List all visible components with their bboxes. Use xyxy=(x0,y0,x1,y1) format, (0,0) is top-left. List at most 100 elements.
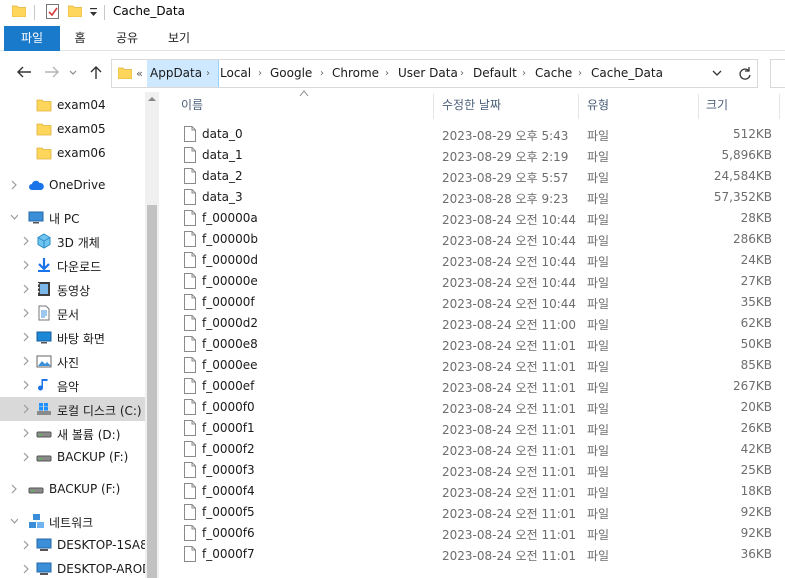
sidebar-item-pictures[interactable]: 사진 xyxy=(0,349,145,373)
breadcrumb-cache-data[interactable]: Cache_Data xyxy=(591,60,663,87)
file-row[interactable]: f_0000f3 2023-08-24 오전 11:01 파일 25KB xyxy=(159,460,785,481)
sidebar-item-this-pc[interactable]: 내 PC xyxy=(0,205,145,229)
sidebar-item-local-disk-c[interactable]: 로컬 디스크 (C:) xyxy=(0,397,145,421)
breadcrumb-separator-icon[interactable]: › xyxy=(320,60,324,87)
sidebar-item-exam06[interactable]: exam06 xyxy=(0,141,145,165)
file-name[interactable]: data_3 xyxy=(202,190,243,204)
file-row[interactable]: data_2 2023-08-29 오후 5:57 파일 24,584KB xyxy=(159,166,785,187)
column-header-name[interactable]: 이름 xyxy=(181,92,203,119)
expand-chevron-icon[interactable] xyxy=(10,484,18,494)
file-name[interactable]: f_0000f4 xyxy=(202,484,255,498)
scrollbar-thumb[interactable] xyxy=(147,205,157,578)
file-row[interactable]: data_0 2023-08-29 오후 5:43 파일 512KB xyxy=(159,124,785,145)
file-row[interactable]: f_0000e8 2023-08-24 오전 11:01 파일 50KB xyxy=(159,334,785,355)
file-row[interactable]: f_00000a 2023-08-24 오전 10:44 파일 28KB xyxy=(159,208,785,229)
sidebar-item-documents[interactable]: 문서 xyxy=(0,301,145,325)
properties-check-icon[interactable] xyxy=(46,4,59,19)
file-row[interactable]: f_0000f1 2023-08-24 오전 11:01 파일 26KB xyxy=(159,418,785,439)
file-name[interactable]: f_0000f1 xyxy=(202,421,255,435)
file-row[interactable]: f_00000b 2023-08-24 오전 10:44 파일 286KB xyxy=(159,229,785,250)
column-divider[interactable] xyxy=(779,94,780,119)
sidebar-item-desktop-arod[interactable]: DESKTOP-AROD xyxy=(0,557,145,578)
sidebar-item-backup-f-root[interactable]: BACKUP (F:) xyxy=(0,477,145,501)
sidebar-item-backup-f[interactable]: BACKUP (F:) xyxy=(0,445,145,469)
breadcrumb-google[interactable]: Google xyxy=(270,60,312,87)
expand-chevron-icon[interactable] xyxy=(22,452,30,462)
file-row[interactable]: f_00000f 2023-08-24 오전 10:44 파일 35KB xyxy=(159,292,785,313)
file-name[interactable]: f_0000f3 xyxy=(202,463,255,477)
file-name[interactable]: f_0000ee xyxy=(202,358,258,372)
file-name[interactable]: f_0000d2 xyxy=(202,316,258,330)
breadcrumb-separator-icon[interactable]: › xyxy=(385,60,389,87)
breadcrumb-separator-icon[interactable]: › xyxy=(460,60,464,87)
scroll-up-icon[interactable] xyxy=(148,96,156,102)
file-name[interactable]: f_0000f6 xyxy=(202,526,255,540)
file-name[interactable]: f_0000e8 xyxy=(202,337,258,351)
file-row[interactable]: f_0000f2 2023-08-24 오전 11:01 파일 42KB xyxy=(159,439,785,460)
file-row[interactable]: f_0000f4 2023-08-24 오전 11:01 파일 18KB xyxy=(159,481,785,502)
breadcrumb-local[interactable]: Local xyxy=(220,60,251,87)
file-row[interactable]: f_00000d 2023-08-24 오전 10:44 파일 24KB xyxy=(159,250,785,271)
breadcrumb-separator-icon[interactable]: › xyxy=(578,60,582,87)
file-row[interactable]: data_1 2023-08-29 오후 2:19 파일 5,896KB xyxy=(159,145,785,166)
file-name[interactable]: f_00000d xyxy=(202,253,258,267)
file-row[interactable]: f_0000ee 2023-08-24 오전 11:01 파일 85KB xyxy=(159,355,785,376)
recent-locations-chevron-icon[interactable] xyxy=(68,64,78,80)
file-name[interactable]: data_1 xyxy=(202,148,243,162)
file-row[interactable]: f_0000d2 2023-08-24 오전 11:00 파일 62KB xyxy=(159,313,785,334)
forward-arrow-icon[interactable] xyxy=(43,64,61,80)
expand-chevron-icon[interactable] xyxy=(22,356,30,366)
address-bar[interactable]: « AppData › Local › Google › Chrome › Us… xyxy=(111,59,756,88)
sidebar-item-desktop-1sa8[interactable]: DESKTOP-1SA8 xyxy=(0,533,145,557)
breadcrumb-cache[interactable]: Cache xyxy=(535,60,572,87)
overflow-chevron[interactable]: « xyxy=(132,60,147,87)
expand-chevron-icon[interactable] xyxy=(22,540,30,550)
file-row[interactable]: f_00000e 2023-08-24 오전 10:44 파일 27KB xyxy=(159,271,785,292)
tab-home[interactable]: 홈 xyxy=(64,26,96,51)
sidebar-item-downloads[interactable]: 다운로드 xyxy=(0,253,145,277)
breadcrumb-separator-icon[interactable]: › xyxy=(206,60,210,87)
expand-chevron-icon[interactable] xyxy=(22,428,30,438)
breadcrumb-user-data[interactable]: User Data xyxy=(398,60,458,87)
back-arrow-icon[interactable] xyxy=(15,64,33,80)
file-name[interactable]: data_2 xyxy=(202,169,243,183)
column-divider[interactable] xyxy=(578,94,579,119)
tab-view[interactable]: 보기 xyxy=(162,26,196,51)
file-name[interactable]: f_0000ef xyxy=(202,379,254,393)
file-row[interactable]: f_0000f0 2023-08-24 오전 11:01 파일 20KB xyxy=(159,397,785,418)
expand-open-chevron-icon[interactable] xyxy=(10,212,18,222)
file-name[interactable]: f_0000f0 xyxy=(202,400,255,414)
sidebar-item-exam05[interactable]: exam05 xyxy=(0,117,145,141)
column-header-date[interactable]: 수정한 날짜 xyxy=(442,92,501,119)
expand-chevron-icon[interactable] xyxy=(22,260,30,270)
breadcrumb-separator-icon[interactable]: › xyxy=(258,60,262,87)
file-name[interactable]: f_00000f xyxy=(202,295,255,309)
up-arrow-icon[interactable] xyxy=(87,64,105,80)
expand-chevron-icon[interactable] xyxy=(22,332,30,342)
sidebar-item-music[interactable]: 음악 xyxy=(0,373,145,397)
file-row[interactable]: f_0000f6 2023-08-24 오전 11:01 파일 92KB xyxy=(159,523,785,544)
breadcrumb-chrome[interactable]: Chrome xyxy=(332,60,379,87)
sidebar-item-videos[interactable]: 동영상 xyxy=(0,277,145,301)
file-row[interactable]: data_3 2023-08-28 오후 9:23 파일 57,352KB xyxy=(159,187,785,208)
tab-share[interactable]: 공유 xyxy=(110,26,144,51)
breadcrumb-default[interactable]: Default xyxy=(473,60,517,87)
column-header-type[interactable]: 유형 xyxy=(587,92,609,119)
refresh-button[interactable] xyxy=(733,59,758,88)
quick-access-dropdown-icon[interactable] xyxy=(89,6,98,18)
expand-chevron-icon[interactable] xyxy=(22,380,30,390)
sidebar-item-onedrive[interactable]: OneDrive xyxy=(0,173,145,197)
search-input[interactable] xyxy=(770,59,785,88)
file-name[interactable]: f_00000e xyxy=(202,274,258,288)
file-name[interactable]: f_0000f7 xyxy=(202,547,255,561)
sidebar-item-volume-d[interactable]: 새 볼륨 (D:) xyxy=(0,421,145,445)
expand-chevron-icon[interactable] xyxy=(10,180,18,190)
expand-chevron-icon[interactable] xyxy=(22,564,30,574)
file-name[interactable]: f_00000b xyxy=(202,232,258,246)
file-row[interactable]: f_0000ef 2023-08-24 오전 11:01 파일 267KB xyxy=(159,376,785,397)
expand-chevron-icon[interactable] xyxy=(22,404,30,414)
sidebar-scrollbar[interactable] xyxy=(145,92,159,578)
file-name[interactable]: f_0000f5 xyxy=(202,505,255,519)
column-divider[interactable] xyxy=(433,94,434,119)
expand-open-chevron-icon[interactable] xyxy=(10,516,18,526)
